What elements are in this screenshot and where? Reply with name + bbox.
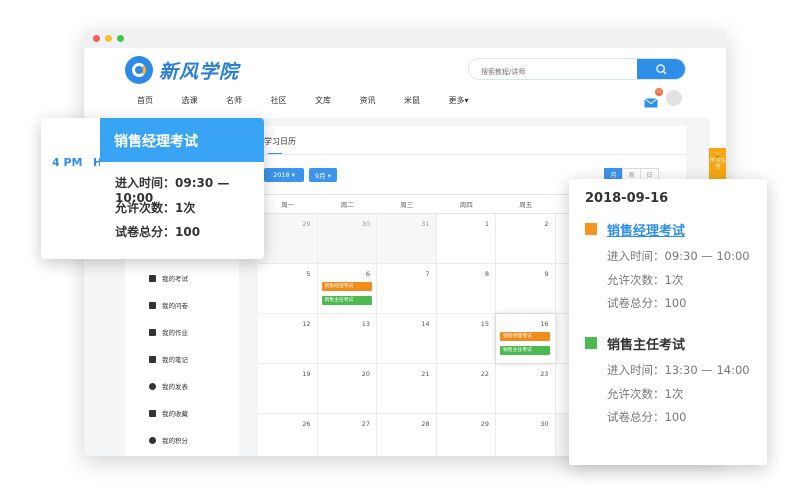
mail-icon (644, 98, 658, 108)
weekday: 周四 (459, 201, 473, 209)
event-total-score: 试卷总分：100 (115, 225, 201, 239)
day-cell[interactable]: 1 (437, 214, 496, 263)
avatar[interactable] (666, 90, 682, 106)
day-cell[interactable]: 6 销售经理考试 销售主任考试 (318, 264, 377, 313)
day-cell-selected[interactable]: 16 销售经理考试 销售主任考试 (496, 314, 556, 363)
month-select[interactable]: 9月 ▾ (309, 168, 337, 182)
nav-item-more[interactable]: 更多▾ (449, 95, 494, 106)
event-attempts: 允许次数：1次 (115, 201, 196, 215)
event-sales-manager-exam[interactable]: 销售经理考试 (500, 332, 550, 341)
nav-item-teachers[interactable]: 名师 (226, 95, 271, 106)
exam-total-score: 试卷总分：100 (607, 296, 687, 310)
nav-item-community[interactable]: 社区 (271, 95, 316, 106)
nav-item-library[interactable]: 文库 (315, 95, 360, 106)
day-cell[interactable]: 23 (496, 364, 556, 413)
survey-icon (149, 301, 156, 309)
search-input[interactable] (469, 62, 637, 79)
sidebar-item-exams[interactable]: 我的考试 (149, 273, 188, 283)
exam-entry-time: 进入时间：13:30 — 14:00 (607, 363, 750, 377)
weekday: 周一 (281, 201, 295, 209)
pen-icon (149, 355, 156, 363)
comment-icon (149, 382, 156, 390)
event-card-title: 销售经理考试 (100, 118, 264, 162)
site-header: 新风学院 首页 选课 名师 社区 文库 资讯 米鼠 更多▾ (84, 48, 726, 118)
day-cell[interactable]: 30 (317, 214, 377, 263)
day-events-popover: 2018-09-16 销售经理考试 进入时间：09:30 — 10:00 允许次… (569, 179, 767, 465)
exam-attempts: 允许次数：1次 (607, 387, 684, 401)
day-cell[interactable]: 12 (258, 314, 318, 363)
exam-link-sales-manager[interactable]: 销售经理考试 (607, 220, 685, 239)
day-cell[interactable]: 29 (437, 414, 496, 456)
maximize-window-icon[interactable] (117, 35, 124, 42)
minimize-window-icon[interactable] (105, 35, 112, 42)
day-cell[interactable]: 28 (377, 414, 437, 456)
weekday: 周三 (400, 201, 414, 209)
day-cell[interactable]: 21 (377, 364, 437, 413)
day-cell[interactable]: 7 (377, 264, 437, 313)
event-sales-supervisor-exam[interactable]: 销售主任考试 (321, 296, 372, 305)
day-cell[interactable]: 30 (496, 414, 556, 456)
sidebar-item-posts[interactable]: 我的发表 (149, 381, 188, 391)
mail-badge: 12 (655, 88, 663, 96)
event-popover-day: 4 PM H 销售经理考试 进入时间：09:30 — 10:00 允许次数：1次… (41, 118, 264, 259)
orange-square-icon (585, 223, 597, 235)
day-cell[interactable]: 13 (318, 314, 377, 363)
day-cell[interactable]: 29 (258, 214, 318, 263)
homework-icon (149, 328, 156, 336)
nav-item-home[interactable]: 首页 (137, 95, 182, 106)
day-cell[interactable]: 15 (437, 314, 496, 363)
nav-item-mishu[interactable]: 米鼠 (404, 95, 449, 106)
green-square-icon (585, 337, 597, 349)
day-cell[interactable]: 22 (437, 364, 496, 413)
day-cell[interactable]: 8 (437, 264, 496, 313)
day-cell[interactable]: 19 (258, 364, 318, 413)
event-sales-supervisor-exam[interactable]: 销售主任考试 (500, 346, 550, 355)
sidebar-item-points[interactable]: 我的积分 (149, 435, 188, 445)
day-cell[interactable]: 5 (258, 264, 318, 313)
day-cell[interactable]: 9 (496, 264, 556, 313)
sidebar-item-surveys[interactable]: 我的问卷 (149, 300, 188, 310)
nav-item-news[interactable]: 资讯 (360, 95, 405, 106)
main-nav: 首页 选课 名师 社区 文库 资讯 米鼠 更多▾ (137, 95, 493, 106)
weekday: 周五 (519, 201, 533, 209)
search-icon (655, 63, 667, 75)
exam-attempts: 允许次数：1次 (607, 273, 684, 287)
time-strip: 4 PM H (41, 118, 102, 259)
exam-icon (149, 274, 156, 282)
day-cell[interactable]: 26 (258, 414, 318, 456)
search-box (468, 58, 686, 80)
logo-icon (125, 56, 153, 84)
close-window-icon[interactable] (93, 35, 100, 42)
star-icon (149, 409, 156, 417)
exam-title-sales-supervisor[interactable]: 销售主任考试 (607, 334, 685, 353)
sidebar-item-notes[interactable]: 我的笔记 (149, 354, 188, 364)
day-cell[interactable]: 2 (496, 214, 556, 263)
exam-entry-time: 进入时间：09:30 — 10:00 (607, 249, 750, 263)
user-area: 12 (644, 88, 682, 108)
day-cell[interactable]: 31 (377, 214, 437, 263)
sidebar-item-homework[interactable]: 我的作业 (149, 327, 188, 337)
year-select[interactable]: 2018 ▾ (264, 168, 304, 182)
search-button[interactable] (637, 59, 685, 79)
mail-button[interactable]: 12 (644, 88, 663, 108)
day-cell[interactable]: 27 (318, 414, 377, 456)
tab-divider (258, 154, 686, 155)
popover-date: 2018-09-16 (585, 191, 669, 206)
nav-item-courses[interactable]: 选课 (182, 95, 227, 106)
stage: 新风学院 首页 选课 名师 社区 文库 资讯 米鼠 更多▾ (0, 0, 794, 491)
day-cell[interactable]: 14 (377, 314, 437, 363)
logo-text: 新风学院 (159, 60, 240, 83)
points-icon (149, 436, 156, 444)
time-label: 4 PM (52, 156, 83, 169)
exam-total-score: 试卷总分：100 (607, 410, 687, 424)
day-cell[interactable]: 20 (318, 364, 377, 413)
window-titlebar (84, 30, 726, 48)
event-sales-manager-exam[interactable]: 销售经理考试 (321, 282, 372, 291)
sidebar-item-favorites[interactable]: 我的收藏 (149, 408, 188, 418)
weekday: 周二 (340, 201, 354, 209)
event-card: 销售经理考试 进入时间：09:30 — 10:00 允许次数：1次 试卷总分：1… (100, 118, 264, 259)
tab-study-calendar[interactable]: 学习日历 (264, 136, 296, 147)
site-logo[interactable]: 新风学院 (125, 56, 239, 84)
